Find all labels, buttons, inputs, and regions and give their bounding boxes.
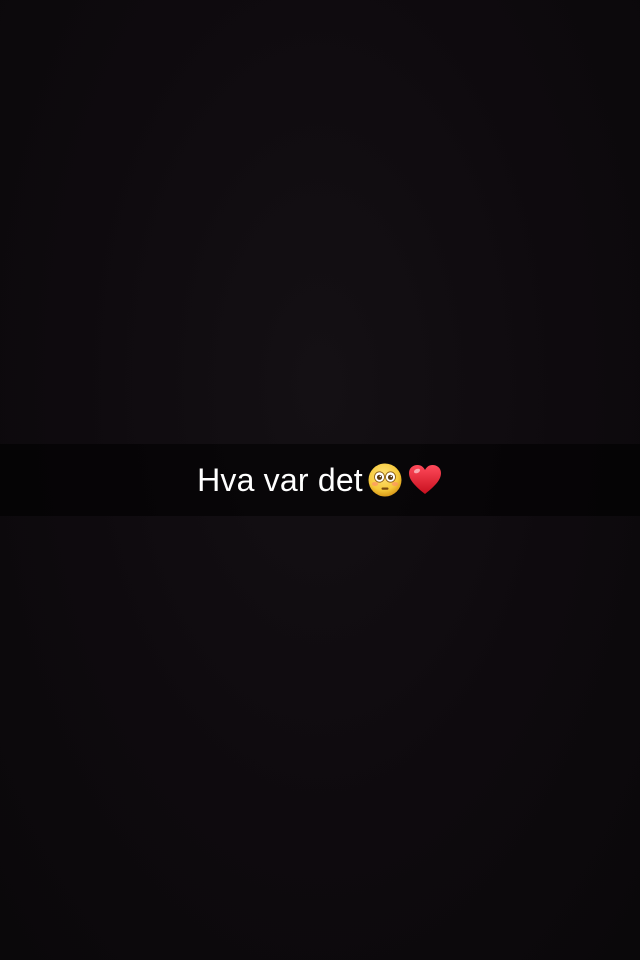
caption-bar[interactable]: Hva var det (0, 444, 640, 516)
caption-content: Hva var det (197, 462, 443, 498)
caption-text: Hva var det (197, 462, 363, 498)
flushed-face-icon (367, 462, 403, 498)
snap-photo-background[interactable]: Hva var det (0, 0, 640, 960)
red-heart-icon (407, 462, 443, 498)
